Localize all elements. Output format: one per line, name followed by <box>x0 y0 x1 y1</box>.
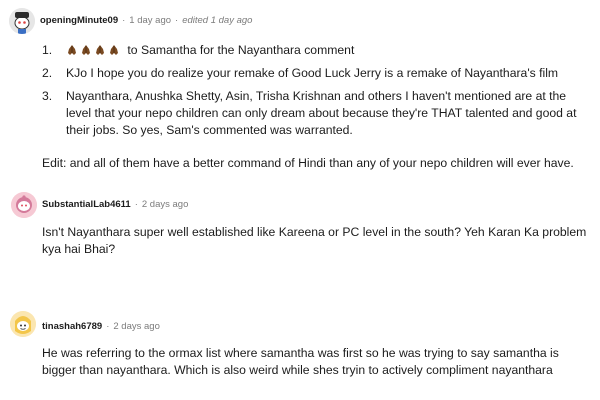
edit-note: Edit: and all of them have a better comm… <box>42 156 574 170</box>
timestamp[interactable]: 1 day ago <box>129 15 171 26</box>
list-item-text: KJo I hope you do realize your remake of… <box>66 66 559 80</box>
list-item: 2. KJo I hope you do realize your remake… <box>42 65 587 82</box>
username-link[interactable]: SubstantialLab4611 <box>42 199 131 210</box>
comment-meta: openingMinute09 · 1 day ago · edited 1 d… <box>40 15 252 26</box>
timestamp[interactable]: 2 days ago <box>142 199 188 210</box>
username-link[interactable]: tinashah6789 <box>42 321 102 332</box>
comment-body: He was referring to the ormax list where… <box>42 346 559 377</box>
meta-separator: · <box>134 199 138 210</box>
comment-body: Isn't Nayanthara super well established … <box>42 225 587 256</box>
list-number: 3. <box>42 89 53 103</box>
meta-separator: · <box>122 15 126 26</box>
meta-separator: · <box>175 15 179 26</box>
edited-label: edited 1 day ago <box>182 15 253 26</box>
numbered-list: 1. to Samantha for the Nayanthara commen… <box>42 42 587 139</box>
comment-body: 1. to Samantha for the Nayanthara commen… <box>42 42 587 145</box>
folded-hands-icon <box>96 45 104 55</box>
username-link[interactable]: openingMinute09 <box>40 15 118 26</box>
comment-meta: SubstantialLab4611 · 2 days ago <box>42 199 188 210</box>
list-item: 1. to Samantha for the Nayanthara commen… <box>42 42 587 59</box>
folded-hands-icon <box>82 45 90 55</box>
list-item-text: Nayanthara, Anushka Shetty, Asin, Trisha… <box>66 89 577 137</box>
comment-meta: tinashah6789 · 2 days ago <box>42 321 160 332</box>
list-item: 3. Nayanthara, Anushka Shetty, Asin, Tri… <box>42 88 587 139</box>
folded-hands-emoji-group <box>66 44 120 56</box>
meta-separator: · <box>106 321 110 332</box>
snoo-avatar-icon[interactable] <box>11 192 37 218</box>
list-number: 2. <box>42 66 53 80</box>
list-number: 1. <box>42 43 53 57</box>
snoo-avatar-icon[interactable] <box>10 311 36 337</box>
timestamp[interactable]: 2 days ago <box>113 321 159 332</box>
snoo-avatar-icon[interactable] <box>9 8 35 34</box>
folded-hands-icon <box>68 45 76 55</box>
list-item-text: to Samantha for the Nayanthara comment <box>127 43 355 57</box>
folded-hands-icon <box>110 45 118 55</box>
